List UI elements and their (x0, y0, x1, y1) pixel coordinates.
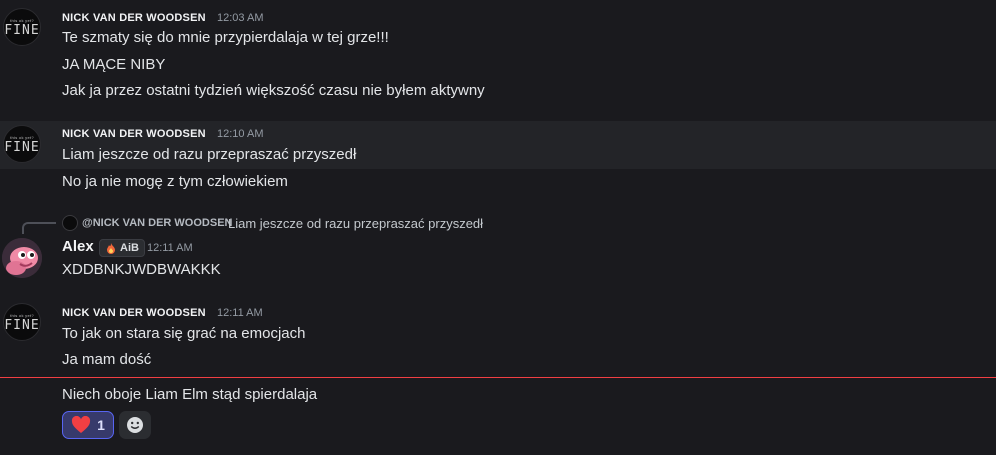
avatar-text: FINE (4, 139, 40, 155)
reply-avatar (62, 215, 78, 231)
message-group[interactable]: this ok yet? FINE NICK VAN DER WOODSEN 1… (0, 0, 996, 112)
message-timestamp: 12:11 AM (147, 242, 193, 254)
role-badge-label: AiB (120, 242, 139, 254)
message-text: No ja nie mogę z tym człowiekiem (62, 173, 288, 190)
message-timestamp: 12:03 AM (217, 12, 264, 24)
user-avatar[interactable]: this ok yet? FINE (3, 8, 41, 46)
avatar-text: FINE (4, 22, 40, 38)
message-text: Te szmaty się do mnie przypierdalaja w t… (62, 29, 389, 46)
message-author[interactable]: NICK VAN DER WOODSEN (62, 12, 206, 24)
user-avatar[interactable]: this ok yet? FINE (3, 125, 41, 163)
new-messages-divider (0, 377, 996, 378)
message-timestamp: 12:11 AM (217, 307, 263, 319)
message-text: Ja mam dość (62, 351, 152, 368)
user-avatar[interactable] (2, 238, 42, 278)
message-text: XDDBNKJWDBWAKKK (62, 261, 221, 278)
message-author[interactable]: NICK VAN DER WOODSEN (62, 307, 206, 319)
reply-spine (22, 222, 56, 234)
reaction-heart[interactable]: 1 (62, 411, 114, 439)
reaction-count: 1 (97, 417, 105, 433)
role-badge[interactable]: AiB (99, 239, 145, 257)
heart-icon (72, 416, 91, 433)
add-reaction-button[interactable] (119, 411, 151, 439)
message-author[interactable]: NICK VAN DER WOODSEN (62, 128, 206, 140)
avatar-caption: this ok yet? (10, 17, 34, 23)
user-avatar[interactable]: this ok yet? FINE (3, 303, 41, 341)
avatar-text: FINE (4, 317, 40, 333)
reply-preview[interactable]: Liam jeszcze od razu przepraszać przysze… (228, 216, 483, 231)
message-text: Liam jeszcze od razu przepraszać przysze… (62, 146, 357, 163)
reply-author[interactable]: @NICK VAN DER WOODSEN (82, 217, 232, 229)
message-author[interactable]: Alex (62, 238, 94, 255)
avatar-caption: this ok yet? (10, 134, 34, 140)
message-text: Jak ja przez ostatni tydzień większość c… (62, 82, 485, 99)
message-timestamp: 12:10 AM (217, 128, 264, 140)
message-text: JA MĄCE NIBY (62, 56, 166, 73)
message-text: Niech oboje Liam Elm stąd spierdalaja (62, 386, 318, 403)
message-text: To jak on stara się grać na emocjach (62, 325, 306, 342)
avatar-caption: this ok yet? (10, 312, 34, 318)
fire-icon (107, 243, 115, 254)
alex-avatar-icon (2, 238, 42, 278)
smiley-icon (127, 417, 143, 433)
